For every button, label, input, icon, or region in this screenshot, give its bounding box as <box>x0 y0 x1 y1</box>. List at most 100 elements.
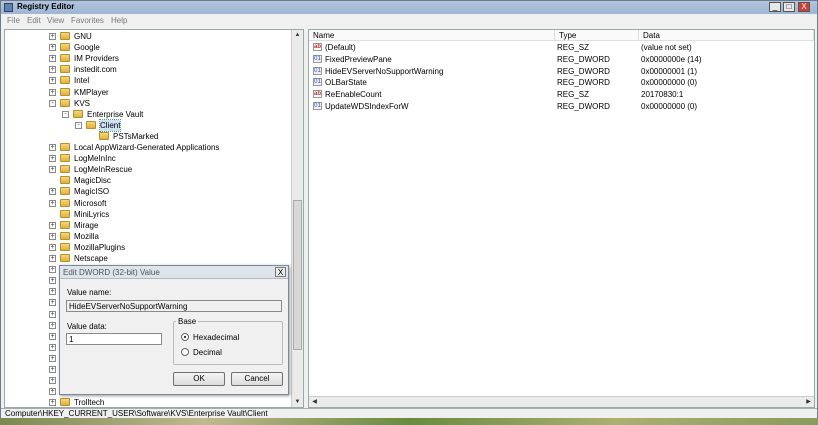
close-button[interactable]: X <box>798 2 810 12</box>
expand-icon[interactable]: + <box>49 266 56 274</box>
expand-icon[interactable]: + <box>49 232 56 240</box>
expand-icon[interactable]: + <box>49 277 56 285</box>
tree-vertical-scrollbar[interactable]: ▲ ▼ <box>291 30 303 407</box>
expand-icon[interactable]: + <box>49 299 56 307</box>
tree-item-label[interactable]: LogMeInInc <box>74 153 116 164</box>
menu-file[interactable]: File <box>7 16 20 25</box>
expand-icon[interactable]: + <box>49 77 56 85</box>
tree-item[interactable]: - Client <box>5 118 291 132</box>
tree-item[interactable]: + GNU <box>5 31 291 42</box>
tree-item[interactable]: + Microsoft <box>5 198 291 209</box>
menu-help[interactable]: Help <box>111 16 127 25</box>
maximize-button[interactable]: □ <box>783 2 795 12</box>
tree-item-label[interactable]: Netscape <box>74 253 108 264</box>
value-name-field[interactable]: HideEVServerNoSupportWarning <box>66 300 282 312</box>
value-row[interactable]: 01 OLBarState REG_DWORD 0x00000000 (0) <box>309 77 799 88</box>
expand-icon[interactable]: + <box>49 155 56 163</box>
expand-icon[interactable]: + <box>49 399 56 407</box>
tree-item[interactable]: + Trolltech <box>5 397 291 407</box>
tree-item-label[interactable]: PSTsMarked <box>113 131 158 142</box>
expand-icon[interactable]: + <box>49 88 56 96</box>
tree-item-label[interactable]: Microsoft <box>74 198 106 209</box>
tree-item-label[interactable]: IM Providers <box>74 53 119 64</box>
title-bar[interactable]: Registry Editor _ □ X <box>1 1 817 15</box>
tree-item[interactable]: + IM Providers <box>5 53 291 64</box>
menu-view[interactable]: View <box>47 16 64 25</box>
tree-item[interactable]: PSTsMarked <box>5 131 291 142</box>
expand-icon[interactable]: + <box>49 33 56 40</box>
value-data-input[interactable]: 1 <box>66 333 162 345</box>
collapse-icon[interactable]: - <box>49 99 56 107</box>
tree-item-label[interactable]: KMPlayer <box>74 87 109 98</box>
value-row[interactable]: 01 HideEVServerNoSupportWarning REG_DWORD 0… <box>309 66 799 77</box>
tree-item[interactable]: MiniLyrics <box>5 209 291 220</box>
hexadecimal-radio[interactable] <box>181 333 189 341</box>
scroll-right-icon[interactable]: ▶ <box>804 397 813 407</box>
tree-item-label[interactable]: MozillaPlugins <box>74 242 125 253</box>
tree-item-label[interactable]: MagicISO <box>74 186 109 197</box>
tree-item[interactable]: + instedit.com <box>5 64 291 75</box>
expand-icon[interactable]: + <box>49 221 56 229</box>
scroll-thumb[interactable] <box>293 200 302 350</box>
decimal-label[interactable]: Decimal <box>193 348 222 357</box>
expand-icon[interactable]: + <box>49 44 56 52</box>
values-pane[interactable]: Name Type Data ab (Default) REG_SZ (value n… <box>308 29 815 408</box>
tree-item[interactable]: + Mozilla <box>5 231 291 242</box>
expand-icon[interactable]: + <box>49 243 56 251</box>
dialog-close-icon[interactable]: X <box>275 267 286 277</box>
decimal-radio[interactable] <box>181 348 189 356</box>
tree-item[interactable]: + Netscape <box>5 253 291 264</box>
menu-favorites[interactable]: Favorites <box>71 16 104 25</box>
tree-item-label[interactable]: instedit.com <box>74 64 117 75</box>
scroll-left-icon[interactable]: ◀ <box>310 397 319 407</box>
tree-item[interactable]: + Google <box>5 42 291 53</box>
expand-icon[interactable]: + <box>49 55 56 63</box>
tree-item-label[interactable]: Intel <box>74 75 89 86</box>
tree-item-label[interactable]: KVS <box>74 98 90 109</box>
minimize-button[interactable]: _ <box>769 2 781 12</box>
expand-icon[interactable]: + <box>49 354 56 362</box>
tree-item-label[interactable]: GNU <box>74 31 92 42</box>
expand-icon[interactable]: + <box>49 288 56 296</box>
value-row[interactable]: 01 UpdateWDSIndexForW REG_DWORD 0x00000000 … <box>309 101 799 112</box>
tree-item-label[interactable]: Mozilla <box>74 231 99 242</box>
value-row[interactable]: 01 FixedPreviewPane REG_DWORD 0x0000000e (1… <box>309 54 799 65</box>
expand-icon[interactable]: + <box>49 166 56 174</box>
expand-icon[interactable]: + <box>49 188 56 196</box>
collapse-icon[interactable]: - <box>62 110 69 118</box>
tree-item[interactable]: MagicDisc <box>5 175 291 186</box>
menu-edit[interactable]: Edit <box>27 16 41 25</box>
value-row[interactable]: ab ReEnableCount REG_SZ 20170830:1 <box>309 89 799 100</box>
ok-button[interactable]: OK <box>173 372 225 386</box>
dialog-title[interactable]: Edit DWORD (32-bit) Value <box>60 266 288 279</box>
tree-item[interactable]: + KMPlayer <box>5 87 291 98</box>
expand-icon[interactable]: + <box>49 332 56 340</box>
tree-item[interactable]: + Intel <box>5 75 291 86</box>
tree-item-label[interactable]: Trolltech <box>74 397 104 407</box>
tree-item-label[interactable]: Client <box>98 118 122 132</box>
tree-item[interactable]: + MozillaPlugins <box>5 242 291 253</box>
expand-icon[interactable]: + <box>49 321 56 329</box>
tree-item[interactable]: - KVS <box>5 98 291 109</box>
tree-item[interactable]: + LogMeInInc <box>5 153 291 164</box>
tree-item[interactable]: + MagicISO <box>5 186 291 197</box>
expand-icon[interactable]: + <box>49 366 56 373</box>
cancel-button[interactable]: Cancel <box>231 372 283 386</box>
value-row[interactable]: ab (Default) REG_SZ (value not set) <box>309 42 799 53</box>
scroll-up-icon[interactable]: ▲ <box>293 30 302 40</box>
tree-item-label[interactable]: Enterprise Vault <box>87 109 143 120</box>
tree-item[interactable]: - Enterprise Vault <box>5 109 291 120</box>
tree-item[interactable]: + Local AppWizard-Generated Applications <box>5 142 291 153</box>
tree-item-label[interactable]: MagicDisc <box>74 175 111 186</box>
expand-icon[interactable]: + <box>49 388 56 396</box>
tree-item-label[interactable]: Mirage <box>74 220 98 231</box>
expand-icon[interactable]: + <box>49 310 56 318</box>
tree-item-label[interactable]: MiniLyrics <box>74 209 109 220</box>
expand-icon[interactable]: + <box>49 199 56 207</box>
column-header-name[interactable]: Name <box>309 30 555 41</box>
tree-item[interactable]: + LogMeInRescue <box>5 164 291 175</box>
tree-item-label[interactable]: Google <box>74 42 100 53</box>
expand-icon[interactable]: + <box>49 66 56 74</box>
column-header-data[interactable]: Data <box>639 30 814 41</box>
tree-item[interactable]: + Mirage <box>5 220 291 231</box>
